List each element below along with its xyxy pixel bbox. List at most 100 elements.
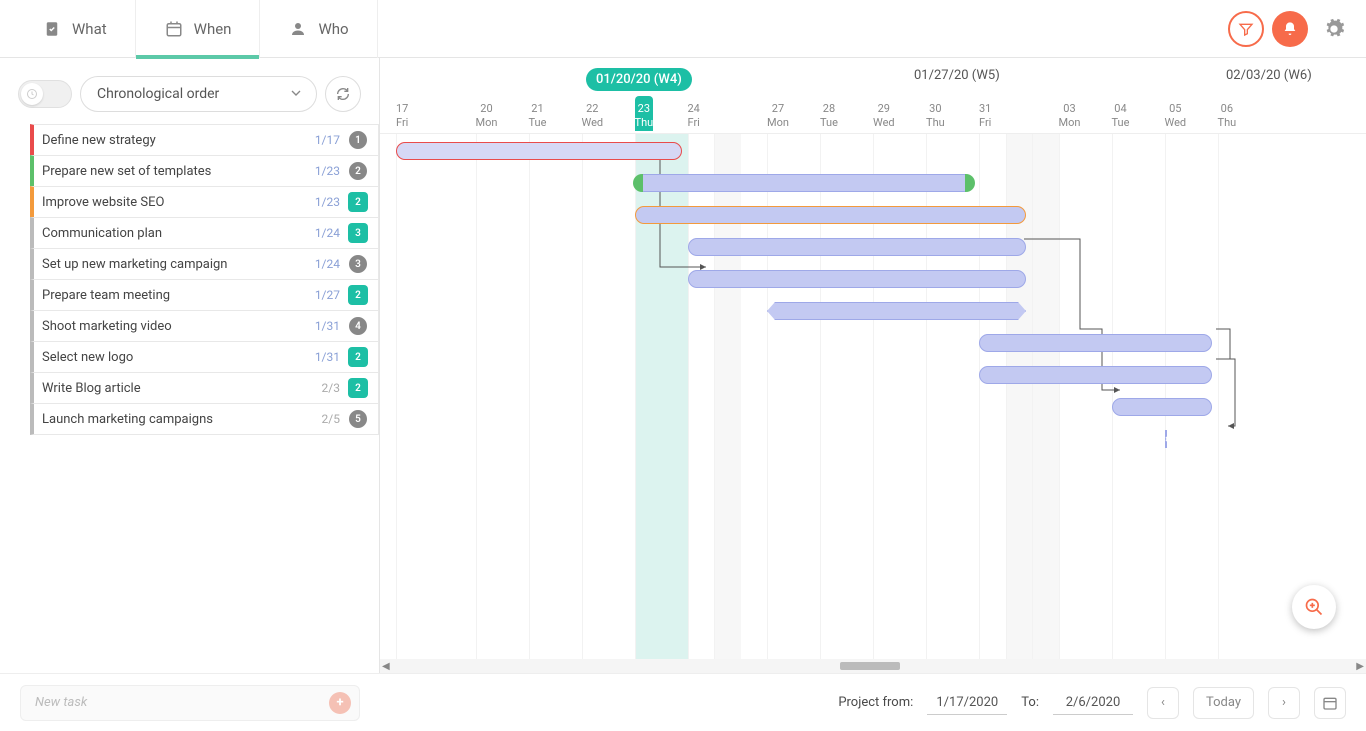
gantt-bar[interactable] — [979, 334, 1212, 352]
day-header-cell: 29Wed — [873, 98, 895, 131]
week-label: 02/03/20 (W6) — [1226, 68, 1312, 83]
task-name: Select new logo — [42, 350, 307, 365]
week-label-current: 01/20/20 (W4) — [586, 68, 692, 91]
calendar-icon — [164, 19, 184, 39]
task-name: Prepare team meeting — [42, 288, 307, 303]
gantt-bar[interactable] — [979, 366, 1212, 384]
add-task-button[interactable]: + — [329, 692, 351, 714]
tab-who[interactable]: Who — [260, 0, 377, 58]
task-date: 2/3 — [322, 381, 340, 395]
task-row[interactable]: Write Blog article 2/3 2 — [30, 372, 379, 404]
new-task-input[interactable]: New task + — [20, 685, 360, 721]
task-row[interactable]: Set up new marketing campaign1/243 — [30, 248, 379, 280]
scrollbar-thumb[interactable] — [840, 662, 900, 670]
scroll-left-icon[interactable]: ◀ — [382, 661, 390, 672]
week-label: 01/27/20 (W5) — [914, 68, 1000, 83]
task-row[interactable]: Launch marketing campaigns2/55 — [30, 403, 379, 435]
grid-column — [1059, 134, 1112, 659]
day-header: 17Fri20Mon21Tue22Wed23Thu24Fri27Mon28Tue… — [380, 98, 1366, 134]
task-name: Define new strategy — [42, 133, 307, 148]
tab-label: Who — [318, 20, 348, 38]
refresh-button[interactable] — [325, 76, 361, 112]
project-to-input[interactable] — [1053, 691, 1133, 715]
task-date: 2/5 — [322, 412, 340, 426]
gantt-bar[interactable] — [1112, 398, 1212, 416]
zoom-in-button[interactable] — [1292, 585, 1336, 629]
day-header-cell: 21Tue — [529, 98, 547, 131]
prev-button[interactable]: ‹ — [1147, 687, 1179, 719]
day-header-cell: 28Tue — [820, 98, 838, 131]
task-date: 1/27 — [315, 288, 340, 302]
task-row[interactable]: Select new logo 1/31 2 — [30, 341, 379, 373]
day-header-cell: 20Mon — [476, 98, 498, 131]
scroll-right-icon[interactable]: ▶ — [1356, 661, 1364, 672]
task-date: 1/31 — [315, 350, 340, 364]
project-to-label: To: — [1021, 695, 1039, 710]
assignee-count-badge: 2 — [348, 347, 368, 367]
assignee-count-badge: 2 — [348, 285, 368, 305]
gantt-panel: 01/20/20 (W4) 01/27/20 (W5) 02/03/20 (W6… — [380, 58, 1366, 673]
gantt-bar[interactable] — [396, 142, 682, 160]
task-date: 1/24 — [315, 226, 340, 240]
timeline-toggle[interactable] — [18, 80, 72, 108]
task-date: 1/23 — [315, 164, 340, 178]
task-name: Communication plan — [42, 226, 307, 241]
task-row[interactable]: Shoot marketing video1/314 — [30, 310, 379, 342]
chevron-down-icon — [288, 85, 304, 105]
day-header-cell: 17Fri — [396, 98, 408, 131]
assignee-avatar: 2 — [348, 161, 368, 181]
horizontal-scrollbar[interactable]: ◀ ▶ — [380, 659, 1366, 673]
day-header-cell: 06Thu — [1218, 98, 1237, 131]
gantt-bar[interactable] — [635, 174, 974, 192]
grid-column — [1112, 134, 1165, 659]
footer: New task + Project from: To: ‹ Today › — [0, 673, 1366, 731]
task-name: Prepare new set of templates — [42, 164, 307, 179]
gantt-bar[interactable] — [767, 302, 1026, 320]
task-row[interactable]: Communication plan 1/24 3 — [30, 217, 379, 249]
next-button[interactable]: › — [1268, 687, 1300, 719]
grid-column — [1165, 134, 1218, 659]
settings-button[interactable] — [1316, 11, 1352, 47]
tab-label: What — [72, 20, 107, 38]
sort-label: Chronological order — [97, 86, 219, 102]
new-task-placeholder: New task — [35, 695, 87, 710]
task-row[interactable]: Prepare team meeting 1/27 2 — [30, 279, 379, 311]
task-row[interactable]: Improve website SEO1/232 — [30, 186, 379, 218]
assignee-count-badge: 2 — [348, 378, 368, 398]
clock-icon — [21, 83, 43, 105]
project-from-label: Project from: — [838, 695, 913, 710]
grid-column — [529, 134, 582, 659]
gantt-bar[interactable] — [688, 238, 1027, 256]
task-name: Improve website SEO — [42, 195, 307, 210]
grid-column — [476, 134, 529, 659]
person-icon — [288, 19, 308, 39]
grid-column — [396, 134, 449, 659]
project-from-input[interactable] — [927, 691, 1007, 715]
task-date: 1/17 — [315, 133, 340, 147]
task-row[interactable]: Prepare new set of templates 1/23 2 — [30, 155, 379, 187]
today-button[interactable]: Today — [1193, 687, 1254, 719]
task-name: Launch marketing campaigns — [42, 412, 314, 427]
weekend-column — [1032, 134, 1059, 659]
day-header-cell: 03Mon — [1059, 98, 1081, 131]
gantt-bar[interactable] — [635, 206, 1027, 224]
gantt-bar[interactable] — [688, 270, 1027, 288]
grid-column — [582, 134, 635, 659]
task-date: 1/23 — [315, 195, 340, 209]
assignee-avatar: 3 — [348, 254, 368, 274]
sort-select[interactable]: Chronological order — [80, 76, 317, 112]
assignee-avatar: 1 — [348, 130, 368, 150]
tab-when[interactable]: When — [136, 0, 261, 58]
task-panel: Chronological order Define new strategy 1… — [0, 58, 380, 673]
task-name: Write Blog article — [42, 381, 314, 396]
gantt-bar[interactable] — [1165, 430, 1167, 448]
tab-what[interactable]: What — [14, 0, 136, 58]
task-row[interactable]: Define new strategy 1/17 1 — [30, 124, 379, 156]
assignee-count-badge: 3 — [348, 223, 368, 243]
day-header-cell: 04Tue — [1112, 98, 1130, 131]
date-picker-button[interactable] — [1314, 687, 1346, 719]
topbar: What When Who — [0, 0, 1366, 58]
filter-button[interactable] — [1228, 11, 1264, 47]
gantt-chart[interactable] — [380, 134, 1366, 659]
notifications-button[interactable] — [1272, 11, 1308, 47]
